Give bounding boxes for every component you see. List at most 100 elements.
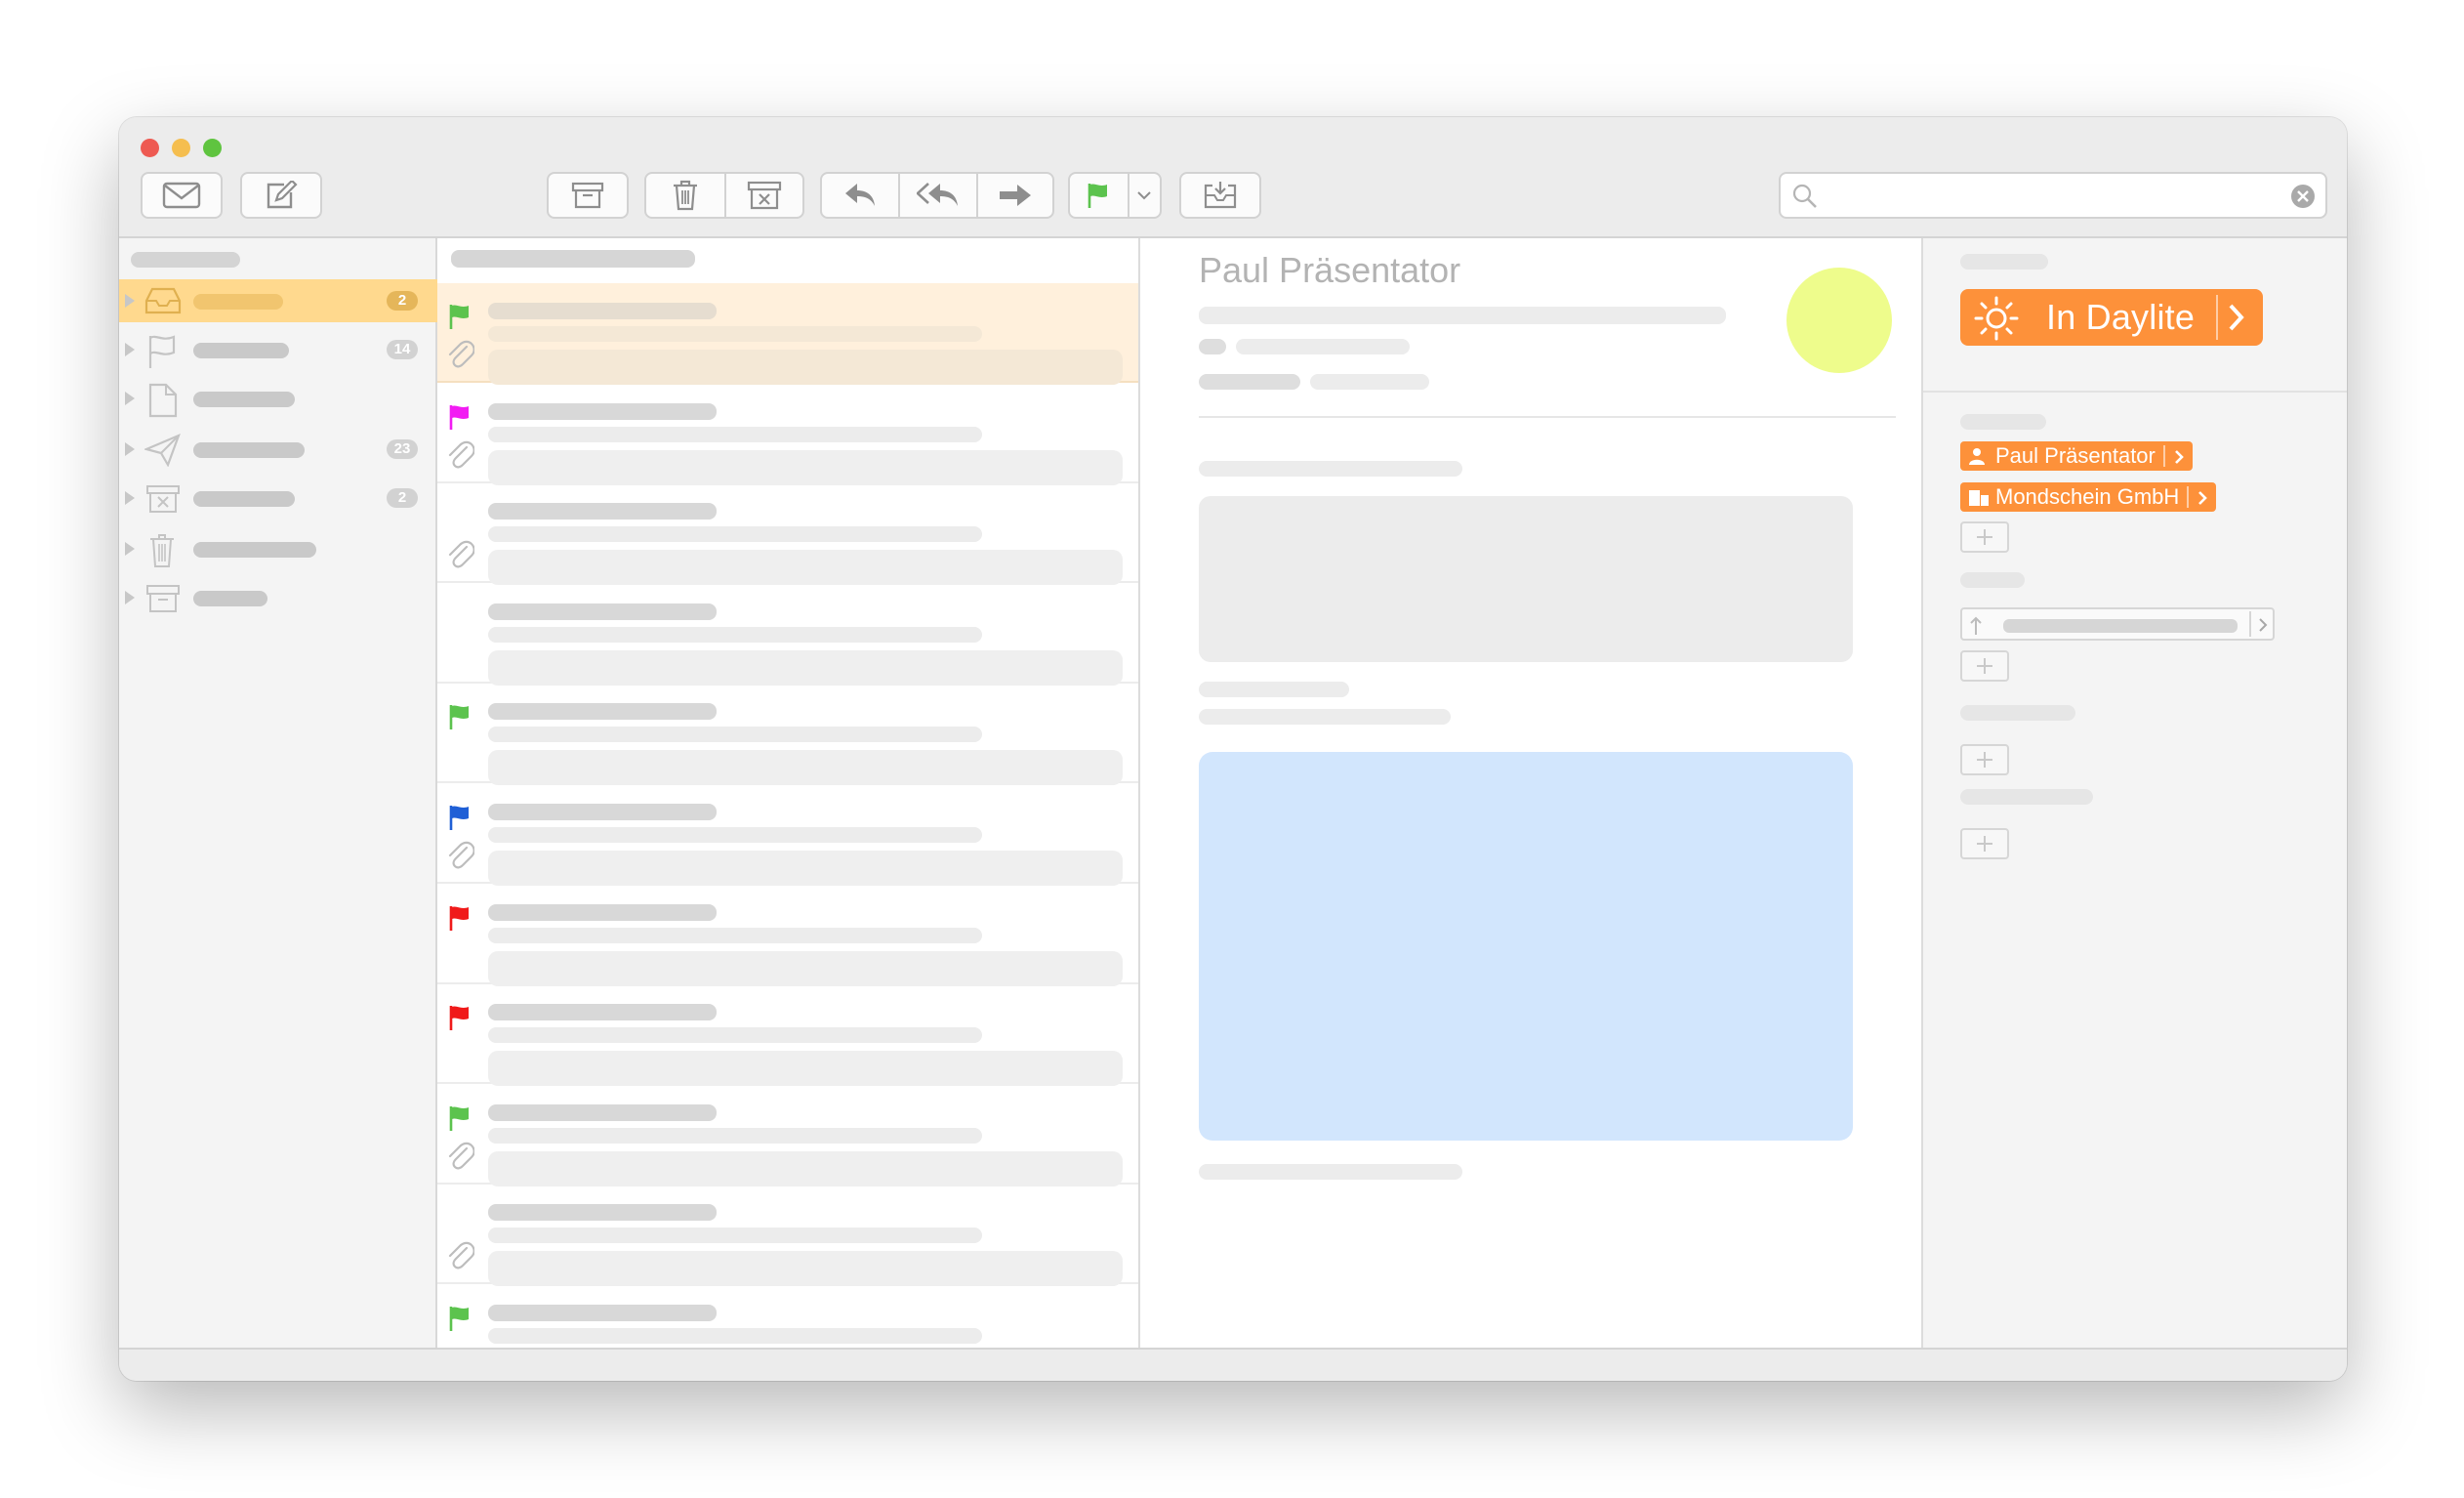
clear-search-icon[interactable] bbox=[2290, 184, 2316, 209]
to-label bbox=[1199, 339, 1226, 354]
message-subject bbox=[488, 1228, 982, 1244]
body-text-line bbox=[1199, 682, 1349, 697]
inline-image bbox=[1199, 752, 1853, 1141]
flag-icon[interactable] bbox=[447, 303, 472, 330]
message-preview bbox=[488, 449, 1123, 485]
flag-icon[interactable] bbox=[447, 403, 472, 431]
message-row[interactable] bbox=[437, 885, 1138, 986]
contact-tag-label: Paul Präsentator bbox=[1995, 443, 2156, 468]
panel-header bbox=[1960, 254, 2048, 270]
in-daylite-button[interactable]: In Daylite bbox=[1960, 289, 2263, 346]
message-row[interactable] bbox=[437, 1085, 1138, 1186]
mailbox-junk[interactable]: 2 bbox=[119, 477, 437, 520]
add-task-button[interactable] bbox=[1960, 744, 2009, 775]
message-row[interactable] bbox=[437, 384, 1138, 485]
reply-group bbox=[820, 172, 1054, 219]
move-button[interactable] bbox=[1179, 172, 1261, 219]
archive-icon bbox=[571, 182, 604, 209]
message-row[interactable] bbox=[437, 684, 1138, 786]
reply-icon bbox=[845, 184, 875, 206]
disclosure-triangle[interactable] bbox=[125, 392, 135, 405]
section-label bbox=[1960, 572, 2025, 588]
message-preview bbox=[488, 1051, 1123, 1087]
minimize-window-button[interactable] bbox=[172, 139, 190, 157]
organization-tag[interactable]: Mondschein GmbH bbox=[1960, 482, 2217, 512]
flag-icon[interactable] bbox=[447, 1305, 472, 1332]
body-text-line bbox=[1199, 461, 1462, 477]
status-bar bbox=[119, 1348, 2347, 1381]
mailbox-archive[interactable] bbox=[119, 576, 437, 619]
mailbox-inbox[interactable]: 2 bbox=[119, 279, 437, 322]
in-daylite-label: In Daylite bbox=[2046, 297, 2196, 337]
forward-button[interactable] bbox=[976, 174, 1052, 217]
message-row[interactable] bbox=[437, 483, 1138, 586]
sort-header[interactable] bbox=[451, 250, 695, 268]
mailbox-flagged[interactable]: 14 bbox=[119, 328, 437, 371]
close-window-button[interactable] bbox=[141, 139, 159, 157]
reply-button[interactable] bbox=[822, 174, 898, 217]
search-field[interactable] bbox=[1779, 172, 2327, 219]
add-link-button[interactable] bbox=[1960, 521, 2009, 553]
organization-tag-label: Mondschein GmbH bbox=[1995, 484, 2180, 509]
paper-plane-icon bbox=[144, 434, 181, 467]
toolbar bbox=[119, 117, 2347, 238]
paperclip-icon bbox=[448, 841, 474, 869]
chevron-right-icon[interactable] bbox=[2257, 617, 2269, 633]
message-preview bbox=[488, 350, 1123, 385]
zoom-window-button[interactable] bbox=[203, 139, 222, 157]
panel-divider bbox=[1923, 391, 2347, 393]
flag-icon[interactable] bbox=[447, 804, 472, 831]
plus-icon bbox=[1977, 752, 1992, 768]
sun-icon bbox=[1974, 296, 2019, 341]
disclosure-triangle[interactable] bbox=[125, 294, 135, 308]
disclosure-triangle[interactable] bbox=[125, 491, 135, 505]
message-row[interactable] bbox=[437, 784, 1138, 886]
body-text-block bbox=[1199, 496, 1853, 662]
flag-icon[interactable] bbox=[447, 703, 472, 730]
search-input[interactable] bbox=[1826, 180, 2275, 211]
archive-button[interactable] bbox=[547, 172, 629, 219]
mailbox-label bbox=[193, 294, 283, 310]
search-icon bbox=[1792, 184, 1817, 208]
disclosure-triangle[interactable] bbox=[125, 442, 135, 456]
flag-menu-button[interactable] bbox=[1127, 174, 1160, 217]
flag-button[interactable] bbox=[1070, 174, 1128, 217]
message-list bbox=[437, 238, 1140, 1348]
tag-divider bbox=[2187, 486, 2190, 508]
message-row[interactable] bbox=[437, 584, 1138, 686]
compose-button[interactable] bbox=[240, 172, 322, 219]
disclosure-triangle[interactable] bbox=[125, 343, 135, 356]
message-preview bbox=[488, 1150, 1123, 1186]
compose-icon bbox=[267, 181, 298, 209]
message-sender bbox=[488, 1305, 717, 1321]
paperclip-icon bbox=[448, 440, 474, 469]
contact-tag[interactable]: Paul Präsentator bbox=[1960, 441, 2193, 471]
mailbox-label bbox=[193, 491, 295, 507]
flag-icon[interactable] bbox=[447, 904, 472, 932]
mailbox-sent[interactable]: 23 bbox=[119, 428, 437, 471]
message-sender bbox=[488, 402, 717, 420]
add-field-button[interactable] bbox=[1960, 650, 2009, 682]
junk-button[interactable] bbox=[724, 174, 802, 217]
disclosure-triangle[interactable] bbox=[125, 591, 135, 604]
delete-junk-group bbox=[644, 172, 804, 219]
flag-outline-icon bbox=[148, 335, 176, 368]
reply-all-button[interactable] bbox=[898, 174, 976, 217]
message-subject bbox=[488, 626, 982, 643]
mailbox-label bbox=[193, 542, 316, 558]
get-mail-button[interactable] bbox=[141, 172, 223, 219]
delete-button[interactable] bbox=[646, 174, 724, 217]
pipeline-field[interactable] bbox=[1960, 607, 2275, 641]
recipient-line bbox=[1236, 339, 1410, 354]
message-row[interactable] bbox=[437, 1285, 1138, 1348]
add-note-button[interactable] bbox=[1960, 828, 2009, 859]
flag-group bbox=[1068, 172, 1162, 219]
message-row[interactable] bbox=[437, 984, 1138, 1087]
message-row[interactable] bbox=[437, 1185, 1138, 1287]
flag-icon[interactable] bbox=[447, 1004, 472, 1031]
flag-icon[interactable] bbox=[447, 1104, 472, 1132]
message-row[interactable] bbox=[437, 283, 1138, 385]
disclosure-triangle[interactable] bbox=[125, 542, 135, 556]
mailbox-trash[interactable] bbox=[119, 527, 437, 570]
mailbox-drafts[interactable] bbox=[119, 377, 437, 420]
